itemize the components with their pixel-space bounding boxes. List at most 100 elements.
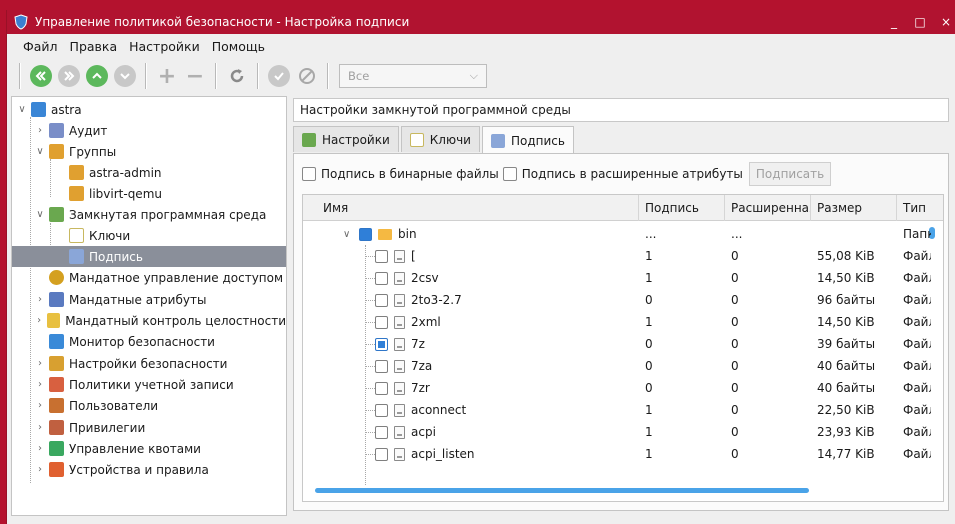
table-row[interactable]: aconnect 1 0 22,50 KiB Файл <box>303 399 935 421</box>
extended-value: 0 <box>731 315 739 329</box>
table-row[interactable]: acpi 1 0 23,93 KiB Файл <box>303 421 935 443</box>
file-name: 2to3-2.7 <box>411 293 462 307</box>
expand-arrow-icon[interactable]: › <box>34 358 46 369</box>
table-row[interactable]: [1 0 55,08 KiB Файл <box>303 245 935 267</box>
size-value: 96 байты <box>817 293 876 307</box>
column-header-name[interactable]: Имя <box>303 195 639 221</box>
menu-settings[interactable]: Настройки <box>123 37 206 56</box>
row-checkbox[interactable] <box>375 337 388 351</box>
menu-edit[interactable]: Правка <box>64 37 124 56</box>
tree-item-audit[interactable]: › Аудит <box>12 120 286 141</box>
tab-keys[interactable]: Ключи <box>400 126 480 152</box>
tree-item-closed-env[interactable]: ∨ Замкнутая программная среда <box>12 204 286 225</box>
extended-value: 0 <box>731 249 739 263</box>
row-checkbox[interactable] <box>375 425 388 439</box>
up-button[interactable] <box>86 65 108 87</box>
refresh-button[interactable] <box>226 65 248 87</box>
expand-arrow-icon[interactable]: › <box>34 294 46 305</box>
table-row[interactable]: 7zr 0 0 40 байты Файл <box>303 377 935 399</box>
tree-item-integrity[interactable]: › Мандатный контроль целостности <box>12 310 286 331</box>
tab-signature[interactable]: Подпись <box>481 126 574 154</box>
file-name: 7za <box>411 359 433 373</box>
table-row[interactable]: 2csv 1 0 14,50 KiB Файл <box>303 267 935 289</box>
binary-signature-label[interactable]: Подпись в бинарные файлы <box>321 167 499 181</box>
expand-arrow-icon[interactable]: › <box>34 464 46 475</box>
tree-item-astra[interactable]: ∨ astra <box>12 99 286 120</box>
file-name: aconnect <box>411 403 467 417</box>
signature-value: 1 <box>645 403 653 417</box>
row-checkbox[interactable] <box>375 271 388 285</box>
tree-item-libvirt-qemu[interactable]: libvirt-qemu <box>12 183 286 204</box>
tree-item-label: Аудит <box>69 123 108 138</box>
tree-item-label: Настройки безопасности <box>69 356 228 371</box>
tree-item-mandatory-attributes[interactable]: › Мандатные атрибуты <box>12 289 286 310</box>
row-checkbox[interactable] <box>359 227 372 241</box>
menu-file[interactable]: Файл <box>17 37 64 56</box>
back-button[interactable] <box>30 65 52 87</box>
type-value: Файл <box>903 337 931 351</box>
settings-tab-icon <box>302 132 316 147</box>
extended-attr-checkbox[interactable] <box>502 167 517 181</box>
collapse-arrow-icon[interactable]: ∨ <box>34 146 46 157</box>
column-header-type[interactable]: Тип <box>897 195 931 221</box>
file-icon <box>394 403 405 417</box>
collapse-arrow-icon[interactable]: ∨ <box>343 229 355 240</box>
table-row[interactable]: 7z 0 0 39 байты Файл <box>303 333 935 355</box>
filter-dropdown[interactable]: Все ⌵ <box>339 64 487 88</box>
maximize-button[interactable]: □ <box>914 15 926 29</box>
tree-item-users[interactable]: › Пользователи <box>12 395 286 416</box>
add-button[interactable]: + <box>156 64 178 89</box>
table-row[interactable]: acpi_listen 1 0 14,77 KiB Файл <box>303 443 935 465</box>
extended-attr-label[interactable]: Подпись в расширенные атрибуты <box>522 167 743 181</box>
file-name: acpi <box>411 425 436 439</box>
table-row[interactable]: 7za 0 0 40 байты Файл <box>303 355 935 377</box>
cancel-button[interactable] <box>296 65 318 87</box>
menu-help[interactable]: Помощь <box>206 37 271 56</box>
column-header-extended[interactable]: Расширенная <box>725 195 811 221</box>
row-checkbox[interactable] <box>375 249 388 263</box>
type-value: Файл <box>903 249 931 263</box>
tree-item-keys[interactable]: Ключи <box>12 225 286 246</box>
table-row-folder[interactable]: ∨ bin ... ... Папка <box>303 223 935 245</box>
expand-arrow-icon[interactable]: › <box>34 379 46 390</box>
tree-item-privileges[interactable]: › Привилегии <box>12 417 286 438</box>
tree-item-account-policy[interactable]: › Политики учетной записи <box>12 374 286 395</box>
table-row[interactable]: 2to3-2.7 0 0 96 байты Файл <box>303 289 935 311</box>
tree-item-mandatory-access[interactable]: Мандатное управление доступом <box>12 267 286 288</box>
close-button[interactable]: × <box>940 15 952 29</box>
collapse-arrow-icon[interactable]: ∨ <box>34 209 46 220</box>
tree-item-devices[interactable]: › Устройства и правила <box>12 459 286 480</box>
tab-settings[interactable]: Настройки <box>293 126 399 152</box>
key-icon <box>69 228 84 243</box>
expand-arrow-icon[interactable]: › <box>34 422 46 433</box>
tree-item-groups[interactable]: ∨ Группы <box>12 141 286 162</box>
binary-signature-checkbox[interactable] <box>302 167 316 181</box>
row-checkbox[interactable] <box>375 359 388 373</box>
expand-arrow-icon[interactable]: › <box>34 315 44 326</box>
sign-button[interactable]: Подписать <box>748 162 832 186</box>
tree-item-quota[interactable]: › Управление квотами <box>12 438 286 459</box>
minimize-button[interactable]: _ <box>888 15 900 29</box>
expand-arrow-icon[interactable]: › <box>34 125 46 136</box>
apply-button[interactable] <box>268 65 290 87</box>
tree-item-security-settings[interactable]: › Настройки безопасности <box>12 353 286 374</box>
row-checkbox[interactable] <box>375 403 388 417</box>
row-checkbox[interactable] <box>375 293 388 307</box>
column-header-size[interactable]: Размер <box>811 195 897 221</box>
tree-item-astra-admin[interactable]: astra-admin <box>12 162 286 183</box>
remove-button[interactable]: − <box>184 64 206 89</box>
down-button[interactable] <box>114 65 136 87</box>
column-header-signature[interactable]: Подпись <box>639 195 725 221</box>
row-checkbox[interactable] <box>375 447 388 461</box>
tree-item-monitor[interactable]: Монитор безопасности <box>12 331 286 352</box>
expand-arrow-icon[interactable]: › <box>34 400 46 411</box>
row-checkbox[interactable] <box>375 381 388 395</box>
table-row[interactable]: 2xml 1 0 14,50 KiB Файл <box>303 311 935 333</box>
tree-item-signature[interactable]: Подпись <box>12 246 286 267</box>
expand-arrow-icon[interactable]: › <box>34 443 46 454</box>
toolbar-separator <box>19 63 21 89</box>
collapse-arrow-icon[interactable]: ∨ <box>16 104 28 115</box>
horizontal-scrollbar[interactable] <box>315 488 809 493</box>
forward-button[interactable] <box>58 65 80 87</box>
row-checkbox[interactable] <box>375 315 388 329</box>
